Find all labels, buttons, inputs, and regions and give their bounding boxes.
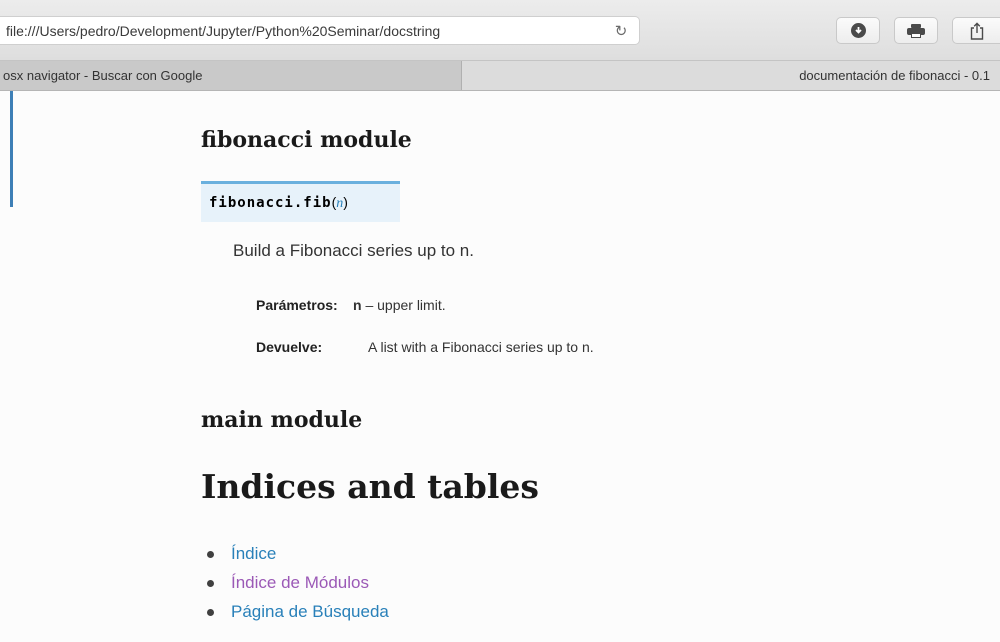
param-description: – upper limit. (361, 297, 446, 313)
list-item: Página de Búsqueda (201, 601, 389, 630)
print-button[interactable] (894, 17, 938, 44)
list-item: Índice (201, 543, 389, 572)
bullet-icon (207, 551, 214, 558)
tab-fibonacci-docs[interactable]: documentación de fibonacci - 0.1 (462, 61, 1000, 90)
parameters-field: Parámetros: n – upper limit. (256, 297, 446, 313)
indices-heading: Indices and tables (201, 467, 539, 506)
list-item: Índice de Módulos (201, 572, 389, 601)
main-module-heading: main module (201, 407, 363, 433)
returns-field: Devuelve: A list with a Fibonacci series … (256, 339, 594, 355)
signature-close-paren: ) (343, 194, 348, 210)
returns-description: A list with a Fibonacci series up to n. (368, 339, 594, 355)
tab-google-search[interactable]: osx navigator - Buscar con Google (0, 61, 462, 90)
returns-label: Devuelve: (256, 339, 323, 355)
address-bar[interactable]: file:///Users/pedro/Development/Jupyter/… (0, 16, 640, 45)
share-icon (970, 21, 983, 40)
sidebar-edge (10, 91, 13, 207)
print-icon (907, 23, 925, 38)
bullet-icon (207, 580, 214, 587)
browser-toolbar: file:///Users/pedro/Development/Jupyter/… (0, 0, 1000, 61)
share-button[interactable] (952, 17, 1000, 44)
reload-icon[interactable]: ↻ (611, 22, 631, 40)
tab-strip: osx navigator - Buscar con Google docume… (0, 61, 1000, 91)
download-icon (850, 23, 866, 38)
signature-name: fibonacci.fib (209, 195, 332, 211)
download-button[interactable] (836, 17, 880, 44)
function-description: Build a Fibonacci series up to n. (233, 241, 474, 260)
fibonacci-module-heading: fibonacci module (201, 127, 412, 153)
link-index[interactable]: Índice (231, 544, 276, 563)
page-content: fibonacci module fibonacci.fib(n) Build … (0, 91, 1000, 642)
function-signature: fibonacci.fib(n) (201, 181, 400, 222)
bullet-icon (207, 609, 214, 616)
parameters-label: Parámetros: (256, 297, 338, 313)
index-links: Índice Índice de Módulos Página de Búsqu… (201, 543, 389, 630)
link-module-index[interactable]: Índice de Módulos (231, 573, 369, 592)
link-search-page[interactable]: Página de Búsqueda (231, 602, 389, 621)
param-name: n (353, 297, 362, 313)
address-text[interactable]: file:///Users/pedro/Development/Jupyter/… (6, 23, 566, 39)
